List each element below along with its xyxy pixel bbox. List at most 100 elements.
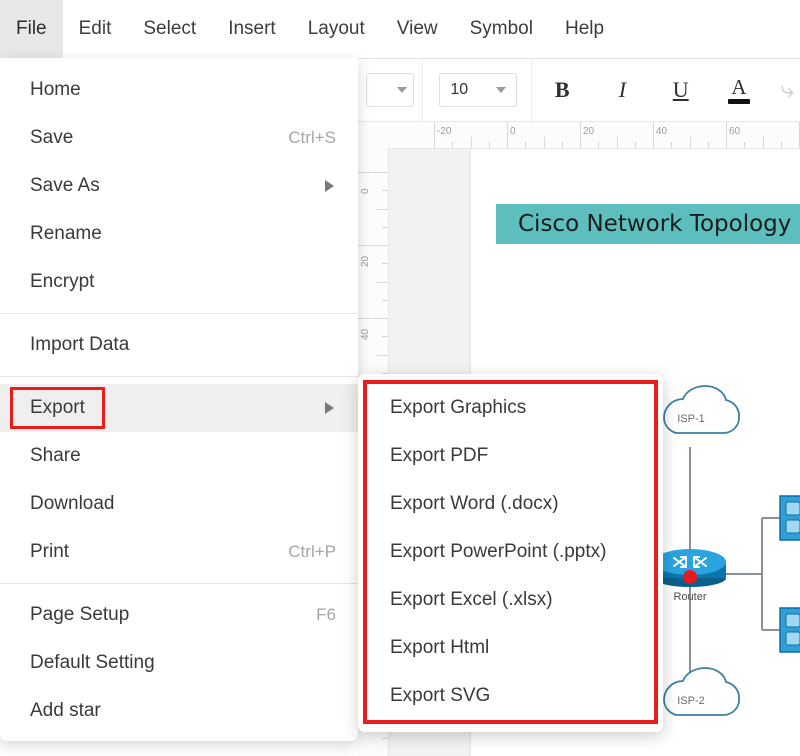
menubar-item-label: File	[16, 18, 47, 39]
submenu-arrow-icon	[325, 402, 334, 414]
file-menu-item-label: Export	[30, 397, 85, 418]
file-menu-item-label: Rename	[30, 223, 102, 244]
underline-button[interactable]: U	[659, 67, 703, 113]
font-size-value: 10	[450, 81, 469, 98]
ruler-tick	[561, 142, 563, 148]
ruler-tick	[382, 737, 388, 739]
export-submenu-item-export-excel-xlsx-[interactable]: Export Excel (.xlsx)	[358, 576, 663, 624]
menu-separator	[0, 583, 358, 584]
menubar-item-edit[interactable]: Edit	[63, 0, 128, 58]
file-menu-item-download[interactable]: Download	[0, 480, 358, 528]
ruler-tick	[382, 190, 388, 192]
toolbar-divider	[531, 59, 533, 121]
file-menu-item-label: Import Data	[30, 334, 130, 355]
ruler-corner	[358, 122, 389, 149]
ruler-tick	[382, 226, 388, 228]
menubar-item-label: View	[396, 18, 438, 39]
file-menu-item-encrypt[interactable]: Encrypt	[0, 258, 358, 306]
underline-icon: U	[672, 77, 689, 102]
file-menu-item-print[interactable]: Print Ctrl+P	[0, 528, 358, 576]
ruler-label: 20	[360, 255, 371, 267]
file-menu-item-label: Download	[30, 493, 115, 514]
export-submenu-item-export-svg[interactable]: Export SVG	[358, 672, 663, 720]
export-submenu-item-label: Export SVG	[390, 685, 491, 706]
horizontal-ruler[interactable]: -20020406080	[388, 122, 800, 149]
export-submenu-item-export-powerpoint-pptx-[interactable]: Export PowerPoint (.pptx)	[358, 528, 663, 576]
font-color-button[interactable]: A	[717, 67, 761, 113]
file-menu-item-save[interactable]: Save Ctrl+S	[0, 114, 358, 162]
export-submenu-item-export-word-docx-[interactable]: Export Word (.docx)	[358, 480, 663, 528]
ruler-tick	[377, 281, 388, 283]
ruler-tick	[488, 142, 490, 148]
bold-button[interactable]: B	[540, 67, 584, 113]
file-menu-item-shortcut: F6	[316, 605, 336, 624]
file-menu-item-shortcut: Ctrl+P	[288, 542, 336, 561]
menubar-item-label: Symbol	[469, 18, 533, 39]
ruler-label: 0	[360, 188, 371, 194]
ruler-tick	[525, 142, 527, 148]
ruler-tick	[377, 354, 388, 356]
file-menu-item-rename[interactable]: Rename	[0, 210, 358, 258]
export-submenu-item-label: Export Word (.docx)	[390, 493, 559, 514]
menubar-item-select[interactable]: Select	[127, 0, 212, 58]
font-family-select[interactable]	[366, 73, 415, 107]
ruler-tick	[634, 142, 636, 148]
ruler-tick	[543, 137, 545, 148]
export-submenu-item-export-graphics[interactable]: Export Graphics	[358, 384, 663, 432]
file-menu-item-label: Encrypt	[30, 271, 95, 292]
font-color-icon: A	[731, 74, 747, 99]
export-submenu-item-label: Export Excel (.xlsx)	[390, 589, 553, 610]
menubar-item-label: Insert	[228, 18, 276, 39]
export-submenu-item-export-html[interactable]: Export Html	[358, 624, 663, 672]
bold-icon: B	[554, 77, 570, 102]
font-color-swatch	[727, 98, 750, 104]
ruler-tick	[707, 142, 709, 148]
text-rotate-icon[interactable]: ⤷	[775, 67, 800, 113]
text-rotate-glyph: ⤷	[780, 76, 795, 103]
file-menu-item-share[interactable]: Share	[0, 432, 358, 480]
file-menu-item-save-as[interactable]: Save As	[0, 162, 358, 210]
ruler-tick	[762, 137, 764, 148]
menubar-item-insert[interactable]: Insert	[212, 0, 292, 58]
menubar-item-symbol[interactable]: Symbol	[454, 0, 549, 58]
file-menu-item-add-star[interactable]: Add star	[0, 687, 358, 735]
menubar-item-layout[interactable]: Layout	[292, 0, 381, 58]
export-submenu-item-export-pdf[interactable]: Export PDF	[358, 432, 663, 480]
ruler-tick	[452, 142, 454, 148]
file-menu-item-default-setting[interactable]: Default Setting	[0, 639, 358, 687]
ruler-tick	[671, 142, 673, 148]
file-menu-item-export[interactable]: Export	[0, 384, 358, 432]
ruler-tick	[598, 142, 600, 148]
export-submenu-item-label: Export PDF	[390, 445, 489, 466]
file-menu-item-page-setup[interactable]: Page Setup F6	[0, 591, 358, 639]
menubar-item-label: Select	[143, 18, 197, 39]
file-menu-item-label: Print	[30, 541, 70, 562]
menubar-item-file[interactable]: File	[0, 0, 63, 58]
application-window: File Edit Select Insert Layout View Symb…	[0, 0, 800, 756]
ruler-label: 40	[360, 328, 371, 340]
ruler-tick	[358, 172, 388, 173]
menubar-item-view[interactable]: View	[381, 0, 454, 58]
menu-bar: File Edit Select Insert Layout View Symb…	[0, 0, 800, 59]
menubar-item-label: Layout	[307, 18, 365, 39]
menubar-item-help[interactable]: Help	[549, 0, 620, 58]
file-menu-item-import-data[interactable]: Import Data	[0, 321, 358, 369]
italic-button[interactable]: I	[600, 67, 644, 113]
export-submenu: Export Graphics Export PDF Export Word (.d…	[358, 374, 663, 732]
file-menu-item-label: Add star	[30, 700, 101, 721]
chevron-down-icon	[397, 87, 408, 93]
menubar-item-label: Edit	[78, 18, 112, 39]
ruler-label: 0	[510, 126, 516, 137]
ruler-tick	[358, 318, 388, 319]
ruler-label: -20	[437, 126, 452, 137]
diagram-title-text: Cisco Network Topology	[518, 211, 792, 237]
file-menu-item-home[interactable]: Home	[0, 66, 358, 114]
ruler-tick	[382, 263, 388, 265]
font-size-select[interactable]: 10	[439, 73, 518, 107]
file-menu-item-label: Page Setup	[30, 604, 130, 625]
export-submenu-item-label: Export Html	[390, 637, 490, 658]
diagram-title-banner[interactable]: Cisco Network Topology	[496, 204, 800, 244]
file-menu-item-label: Save As	[30, 175, 100, 196]
export-submenu-item-label: Export Graphics	[390, 397, 527, 418]
file-menu-item-shortcut: Ctrl+S	[288, 128, 336, 147]
